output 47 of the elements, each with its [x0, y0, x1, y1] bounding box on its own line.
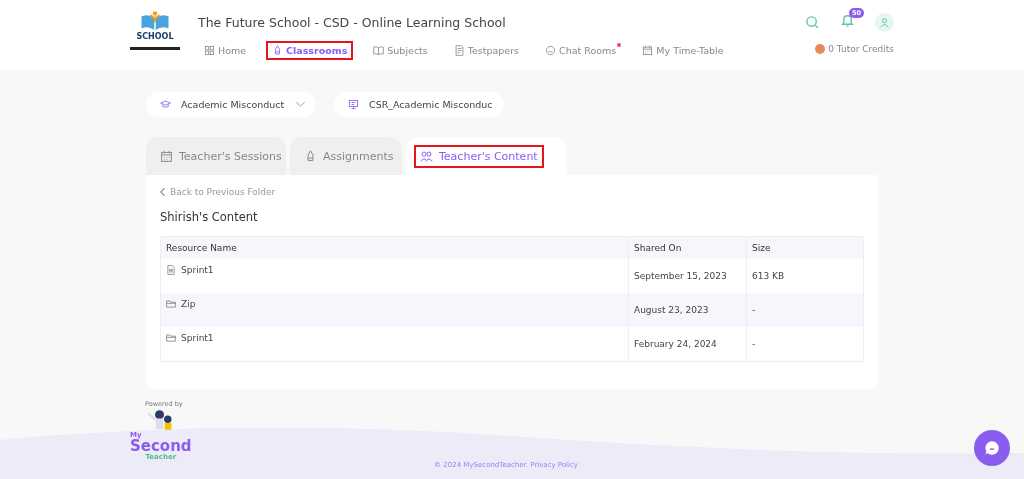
column-header: Shared On [628, 236, 747, 259]
calendar-icon [642, 45, 654, 56]
school-logo[interactable]: SCHOOL [130, 0, 180, 50]
table-cell[interactable]: Sprint1 [160, 259, 629, 293]
school-name: The Future School - CSD - Online Learning School [198, 15, 507, 30]
nav-link[interactable]: Subjects [367, 41, 434, 60]
chat-bubble-button[interactable] [974, 430, 1010, 466]
column-header: Resource Name [160, 236, 629, 259]
table-cell: - [746, 327, 864, 361]
calendar-icon [160, 149, 173, 163]
grid-icon [204, 45, 215, 56]
nav-link[interactable]: Chat Rooms [539, 41, 623, 60]
back-link[interactable]: Back to Previous Folder [160, 187, 864, 197]
tab[interactable]: Teacher's Content [406, 137, 566, 175]
open-book-logo-icon [140, 10, 170, 32]
table-cell: February 24, 2024 [628, 327, 747, 361]
document-icon [453, 45, 465, 56]
pen-icon [304, 149, 317, 163]
dropdown[interactable]: Academic Misconduct [146, 92, 316, 117]
tab[interactable]: Teacher's Sessions [146, 137, 286, 175]
graduation-cap-icon [160, 99, 171, 110]
dropdown[interactable]: CSR_Academic Misconduc [334, 92, 504, 117]
chevron-down-icon [295, 101, 306, 108]
table-cell[interactable]: Sprint1 [160, 327, 629, 361]
logo-text: SCHOOL [136, 32, 174, 41]
nav-link[interactable]: Home [198, 41, 253, 60]
chat-bubble-icon [983, 439, 1001, 457]
document-icon [166, 265, 176, 275]
presentation-board-icon [348, 99, 359, 110]
coin-icon [815, 44, 826, 54]
table-cell: - [746, 293, 864, 327]
folder-icon [166, 332, 176, 343]
column-header: Size [746, 236, 864, 259]
nav-link[interactable]: Testpapers [447, 41, 526, 60]
folder-icon [166, 299, 176, 309]
nav-link[interactable]: Classrooms [266, 41, 354, 60]
table-cell[interactable]: Zip [160, 293, 629, 327]
folder-title: Shirish's Content [160, 210, 259, 224]
table-cell: August 23, 2023 [628, 293, 747, 327]
tutor-credits: 0 Tutor Credits [828, 44, 894, 54]
chat-icon [545, 45, 557, 56]
chevron-left-icon [160, 187, 166, 197]
book-icon [373, 45, 385, 56]
nav-link[interactable]: My Time-Table [636, 41, 730, 60]
people-icon [420, 149, 433, 163]
bell-icon[interactable] [840, 13, 855, 28]
tab[interactable]: Assignments [290, 137, 402, 175]
